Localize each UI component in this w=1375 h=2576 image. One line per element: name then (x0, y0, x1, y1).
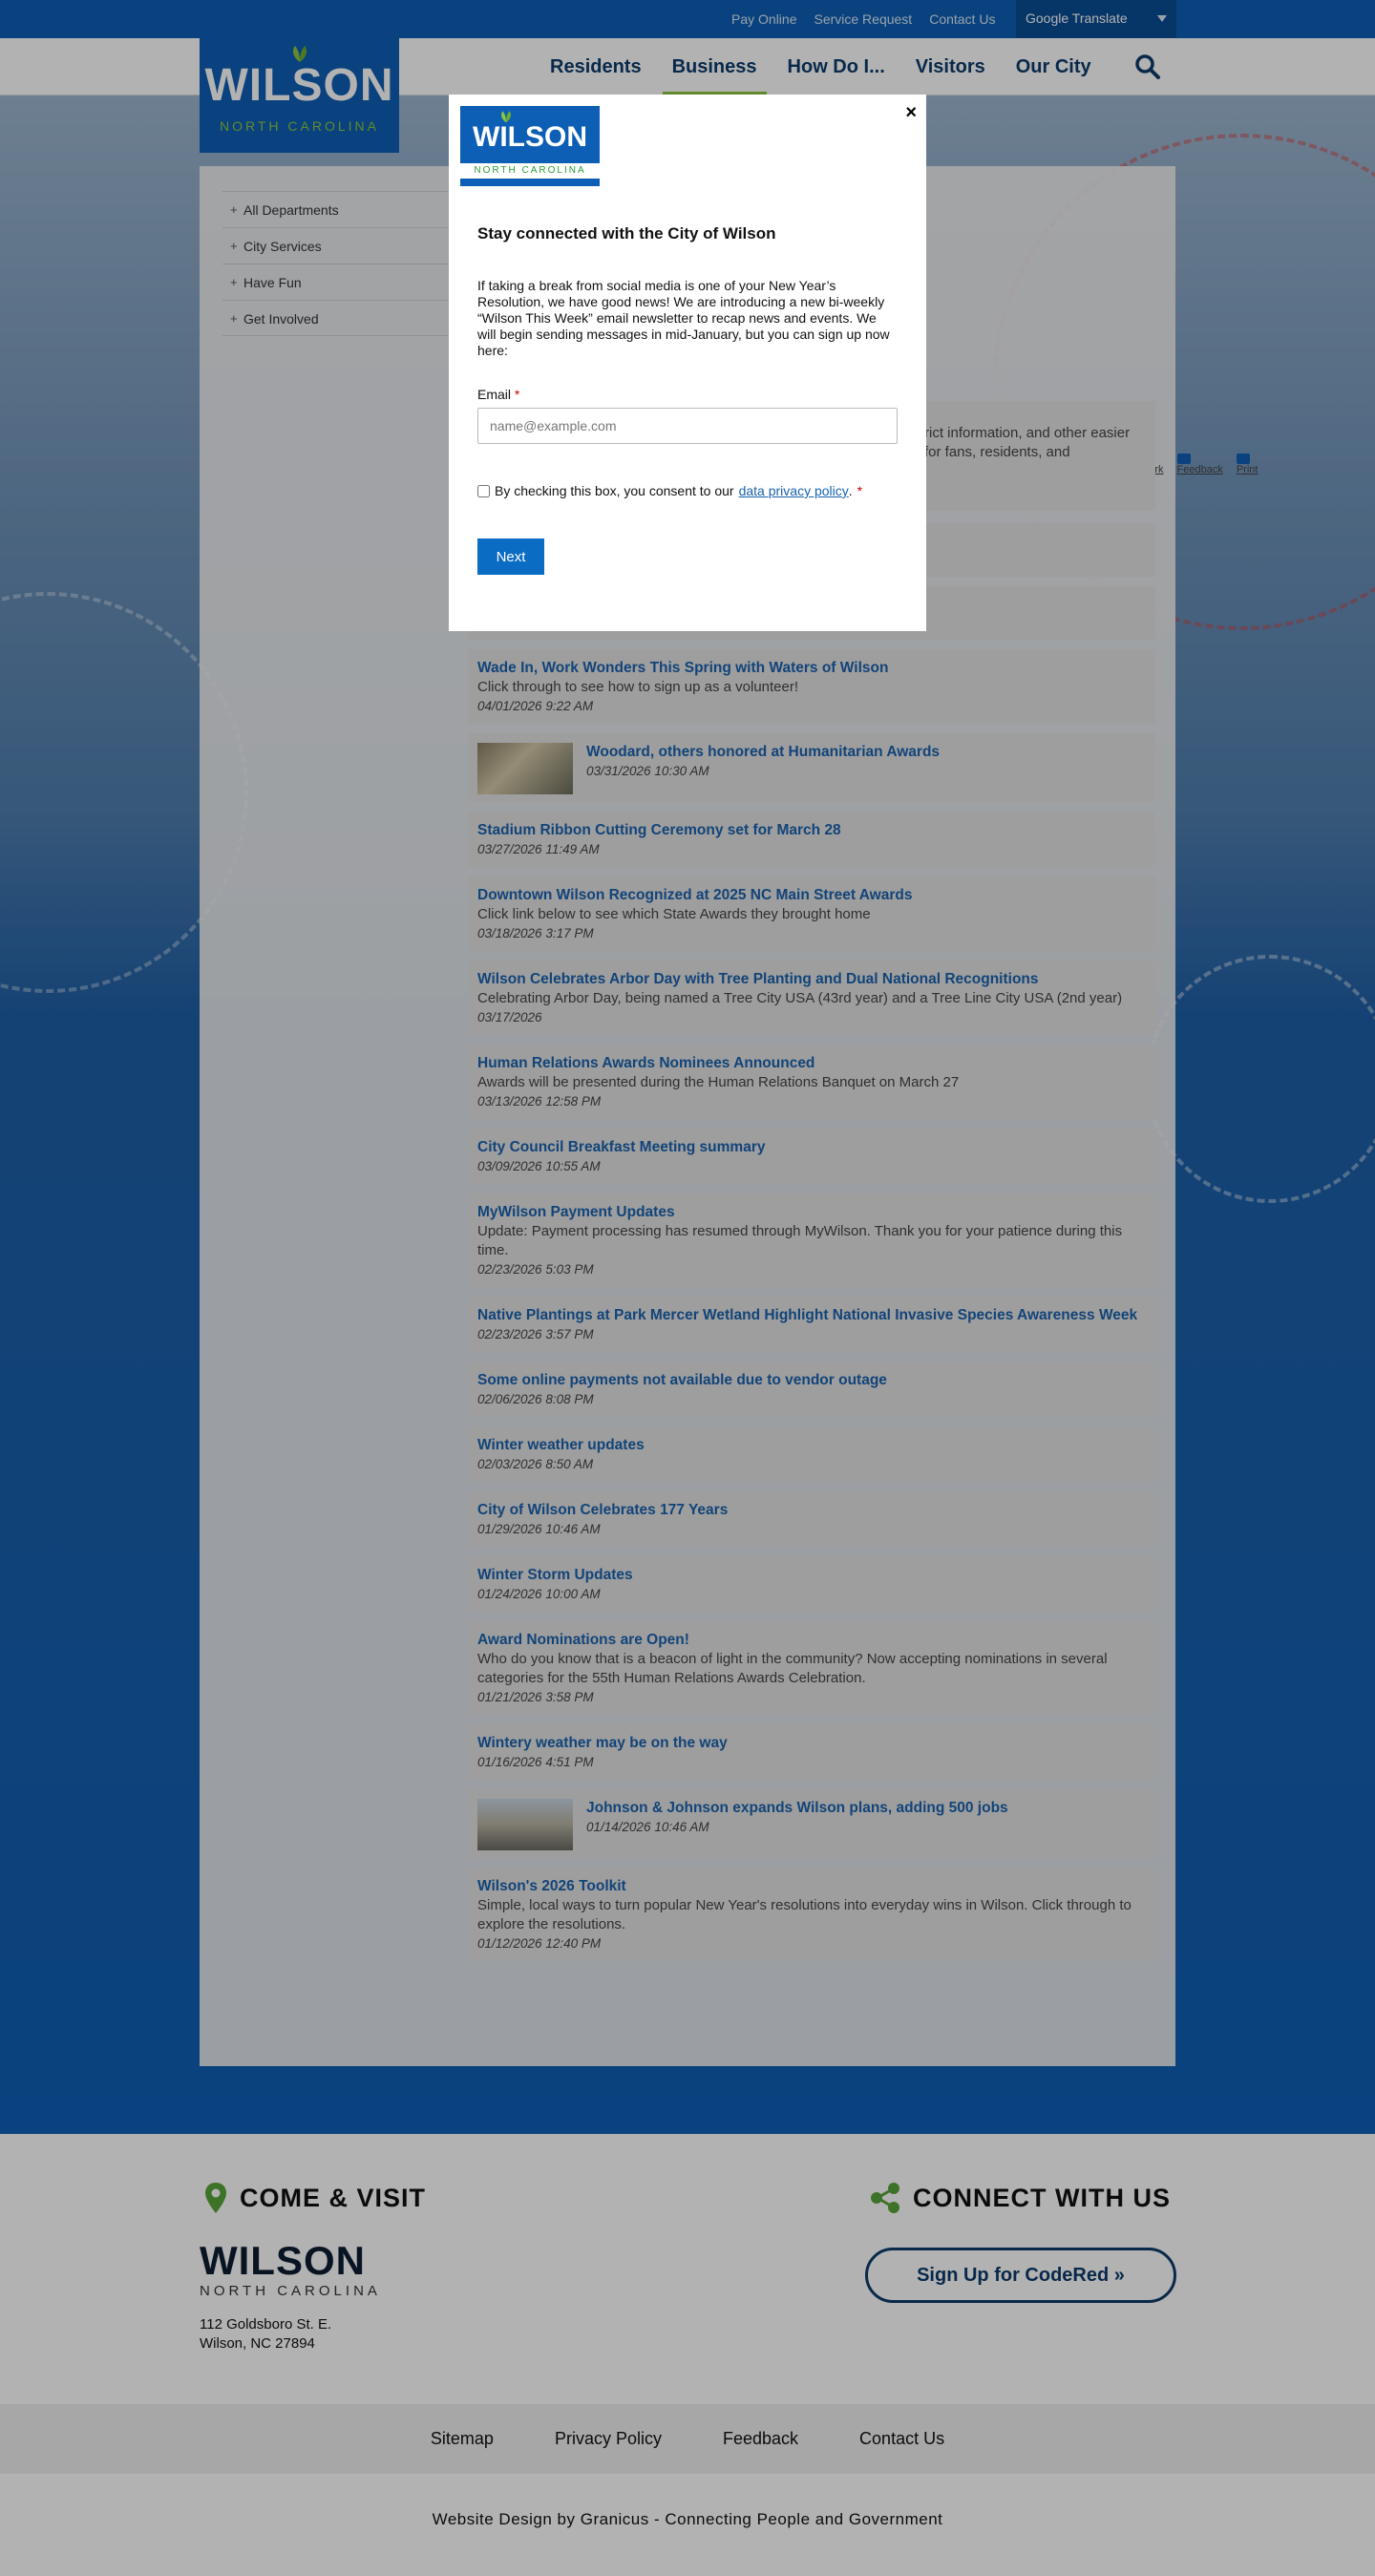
privacy-policy-link[interactable]: data privacy policy (739, 483, 849, 498)
email-field[interactable] (477, 408, 898, 444)
newsletter-modal: × WILSON NORTH CAROLINA Stay connected w… (449, 95, 926, 631)
leaf-icon (501, 111, 511, 123)
required-marker: * (514, 387, 520, 402)
modal-logo-subtitle: NORTH CAROLINA (460, 163, 600, 179)
consent-text: By checking this box, you consent to our (495, 483, 734, 498)
consent-row: By checking this box, you consent to our… (477, 483, 862, 498)
consent-suffix: . (848, 483, 853, 498)
required-marker: * (857, 483, 863, 498)
email-label-text: Email (477, 387, 512, 402)
consent-checkbox[interactable] (477, 484, 490, 497)
modal-logo-wordmark: WILSON (473, 121, 587, 153)
modal-title: Stay connected with the City of Wilson (477, 224, 776, 243)
email-label: Email * (477, 387, 519, 402)
modal-body-text: If taking a break from social media is o… (477, 278, 890, 358)
modal-logo: WILSON NORTH CAROLINA (460, 106, 600, 186)
next-button[interactable]: Next (477, 538, 544, 575)
close-icon[interactable]: × (905, 102, 917, 124)
